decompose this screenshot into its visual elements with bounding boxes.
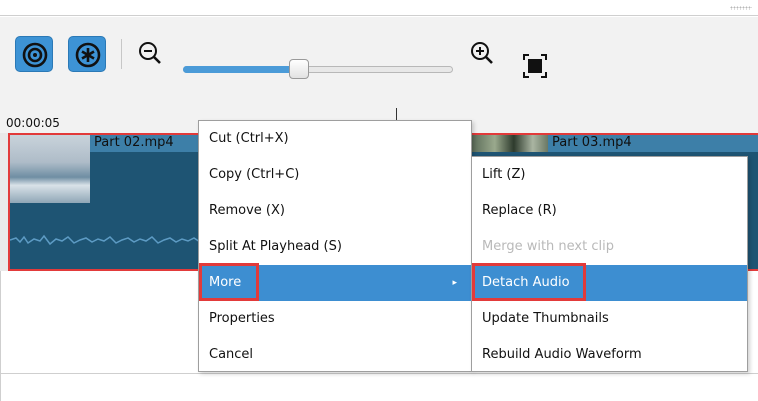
context-submenu: Lift (Z) Replace (R) Merge with next cli…: [471, 156, 748, 372]
clip-label: Part 03.mp4: [552, 135, 632, 150]
zoom-out-icon[interactable]: [136, 39, 166, 69]
menu-item-split[interactable]: Split At Playhead (S): [199, 229, 471, 265]
menu-item-more[interactable]: More ▸: [199, 265, 471, 301]
clip-thumbnail: [10, 135, 90, 203]
toolbar-separator: [121, 39, 122, 69]
submenu-item-rebuild-waveform[interactable]: Rebuild Audio Waveform: [472, 337, 747, 373]
resize-grip-icon[interactable]: [730, 6, 752, 10]
clip-label: Part 02.mp4: [94, 135, 174, 150]
submenu-arrow-icon: ▸: [452, 278, 457, 288]
zoom-in-icon[interactable]: [468, 39, 498, 69]
ripple-button[interactable]: [68, 36, 106, 72]
context-menu: Cut (Ctrl+X) Copy (Ctrl+C) Remove (X) Sp…: [198, 120, 472, 372]
track-divider: [0, 373, 758, 374]
snap-button[interactable]: [15, 36, 53, 72]
zoom-slider-handle[interactable]: [289, 59, 309, 79]
clip-thumbnail: [472, 135, 548, 152]
audio-waveform: [10, 234, 206, 246]
menu-item-remove[interactable]: Remove (X): [199, 193, 471, 229]
submenu-item-merge: Merge with next clip: [482, 239, 614, 254]
timeline-clip[interactable]: Part 02.mp4: [8, 133, 208, 271]
zoom-fit-icon[interactable]: [522, 53, 548, 79]
asterisk-icon: [75, 42, 101, 68]
submenu-item-lift[interactable]: Lift (Z): [472, 157, 747, 193]
menu-item-cut[interactable]: Cut (Ctrl+X): [199, 121, 471, 157]
zoom-slider-fill: [183, 66, 299, 73]
menu-item-copy[interactable]: Copy (Ctrl+C): [199, 157, 471, 193]
window-top-strip: [0, 0, 758, 16]
menu-item-more-label: More: [209, 275, 242, 290]
submenu-item-update-thumbnails[interactable]: Update Thumbnails: [472, 301, 747, 337]
ruler-timecode: 00:00:05: [6, 116, 60, 130]
target-icon: [22, 42, 48, 68]
submenu-item-detach-audio[interactable]: Detach Audio: [472, 265, 747, 301]
menu-item-properties[interactable]: Properties: [199, 301, 471, 337]
menu-item-cancel[interactable]: Cancel: [199, 337, 471, 373]
submenu-item-replace[interactable]: Replace (R): [472, 193, 747, 229]
